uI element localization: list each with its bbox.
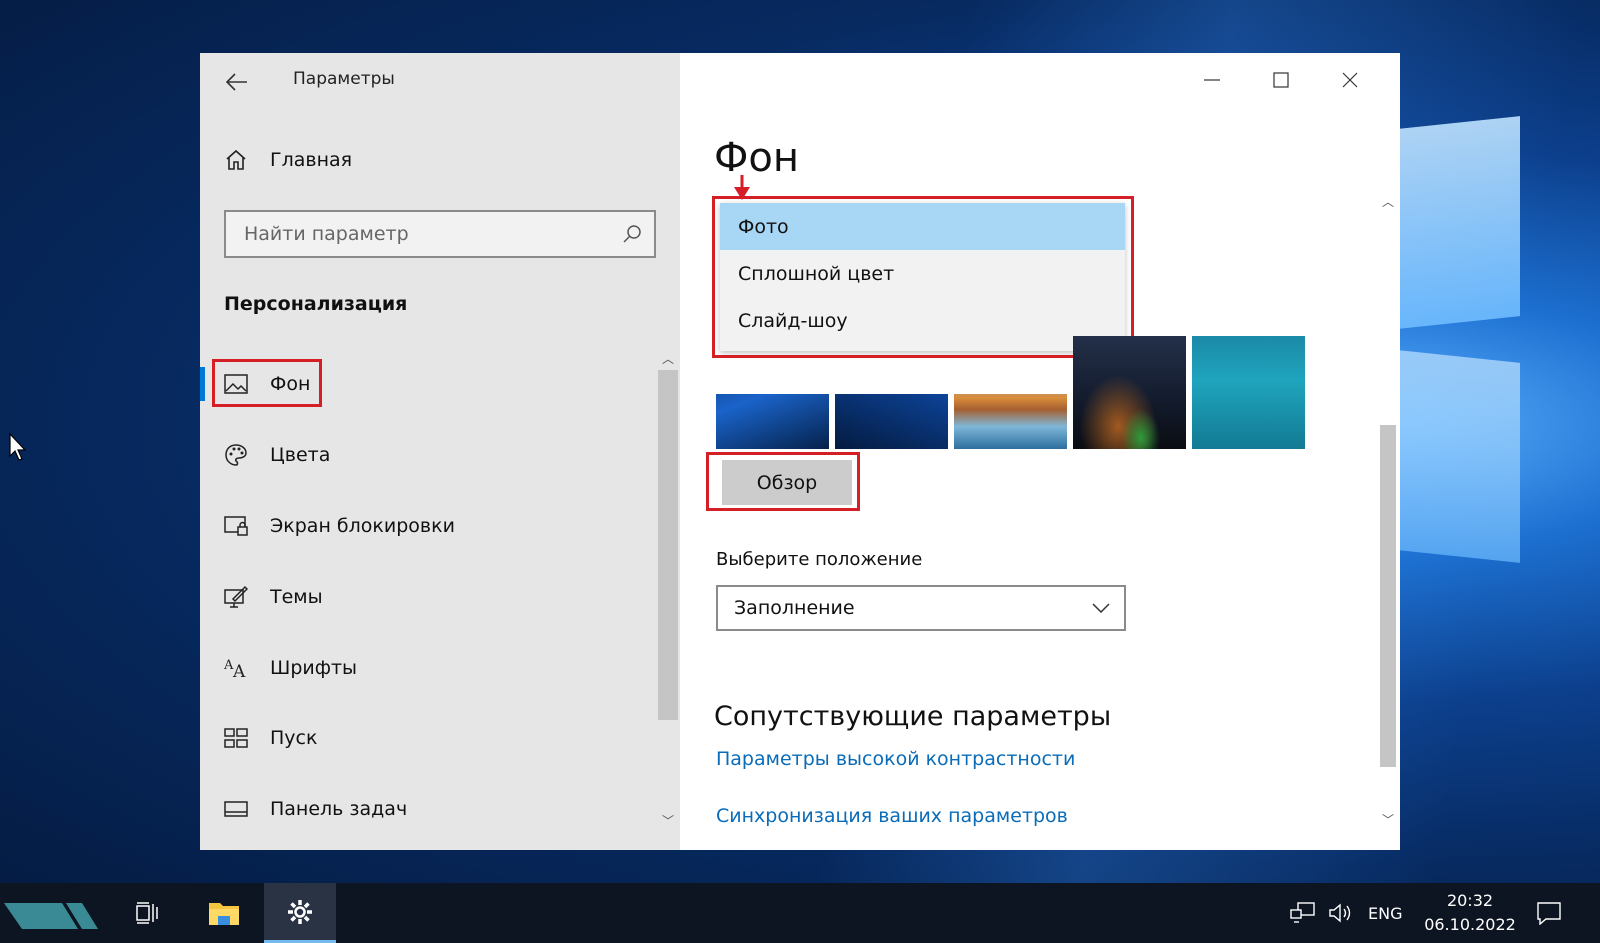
position-select[interactable]: Заполнение (716, 585, 1126, 631)
settings-sidebar: Параметры Главная Персонализация Фон Цве… (200, 53, 680, 850)
start-button[interactable] (4, 901, 104, 931)
sidebar-item-label: Шрифты (270, 657, 358, 679)
sidebar-item-themes[interactable]: Темы (200, 572, 660, 622)
clock[interactable]: 20:32 06.10.2022 (1410, 889, 1530, 937)
sidebar-item-label: Фон (270, 373, 311, 395)
file-explorer-button[interactable] (194, 883, 254, 943)
window-title: Параметры (293, 69, 395, 89)
input-language[interactable]: ENG (1368, 883, 1402, 943)
sidebar-item-label: Экран блокировки (270, 515, 455, 537)
page-title: Фон (714, 135, 800, 181)
section-title: Персонализация (224, 293, 408, 315)
clock-date: 06.10.2022 (1424, 915, 1516, 934)
themes-icon (224, 585, 248, 609)
task-view-icon (136, 902, 158, 924)
minimize-icon (1204, 79, 1220, 81)
volume-icon[interactable] (1328, 883, 1354, 943)
recent-image-thumbnail[interactable] (954, 394, 1067, 449)
sidebar-item-label: Панель задач (270, 798, 408, 820)
picture-icon (224, 372, 248, 396)
recent-images (716, 336, 1305, 449)
sidebar-item-background[interactable]: Фон (200, 359, 660, 409)
back-button[interactable] (222, 67, 252, 97)
content-scroll-thumb[interactable] (1380, 425, 1396, 767)
search-box[interactable] (224, 210, 656, 258)
home-label: Главная (270, 149, 353, 171)
scroll-up-icon[interactable]: ︿ (662, 350, 674, 367)
sidebar-item-label: Пуск (270, 727, 318, 749)
sidebar-item-fonts[interactable]: AA Шрифты (200, 643, 660, 693)
home-icon (226, 149, 246, 170)
svg-text:A: A (232, 662, 246, 679)
close-icon (1342, 72, 1358, 88)
maximize-icon (1273, 72, 1289, 88)
position-label: Выберите положение (716, 549, 923, 570)
recent-image-thumbnail[interactable] (1192, 336, 1305, 449)
clock-time: 20:32 (1446, 891, 1494, 910)
recent-image-thumbnail[interactable] (716, 394, 829, 449)
minimize-button[interactable] (1192, 65, 1232, 95)
close-button[interactable] (1330, 65, 1370, 95)
scroll-down-icon[interactable]: ﹀ (662, 812, 674, 829)
background-type-dropdown-list[interactable]: Фото Сплошной цвет Слайд-шоу (720, 203, 1125, 351)
action-center-icon[interactable] (1536, 883, 1562, 943)
recent-image-thumbnail[interactable] (835, 394, 948, 449)
folder-icon (209, 903, 239, 925)
high-contrast-link[interactable]: Параметры высокой контрастности (716, 748, 1075, 770)
start-icon (224, 726, 248, 750)
browse-button[interactable]: Обзор (722, 460, 852, 505)
dropdown-option-solid-color[interactable]: Сплошной цвет (720, 250, 1125, 297)
sidebar-item-taskbar[interactable]: Панель задач (200, 784, 660, 834)
task-view-button[interactable] (118, 883, 178, 943)
sidebar-item-lock-screen[interactable]: Экран блокировки (200, 501, 660, 551)
related-settings-title: Сопутствующие параметры (714, 701, 1112, 732)
scroll-up-icon[interactable]: ︿ (1382, 193, 1394, 210)
taskbar-icon (224, 797, 248, 821)
search-icon[interactable] (622, 224, 642, 244)
sidebar-item-label: Темы (270, 586, 323, 608)
sidebar-item-label: Цвета (270, 444, 331, 466)
search-input[interactable] (244, 223, 604, 245)
sidebar-item-colors[interactable]: Цвета (200, 430, 660, 480)
dropdown-option-photo[interactable]: Фото (720, 203, 1125, 250)
sync-settings-link[interactable]: Синхронизация ваших параметров (716, 805, 1068, 827)
taskbar: ENG 20:32 06.10.2022 (0, 883, 1600, 943)
chevron-down-icon (1092, 603, 1110, 613)
gear-icon (288, 899, 312, 924)
sidebar-home[interactable]: Главная (224, 148, 352, 172)
recent-image-thumbnail[interactable] (1073, 336, 1186, 449)
maximize-button[interactable] (1261, 65, 1301, 95)
back-arrow-icon (226, 73, 247, 91)
sidebar-scrollbar[interactable]: ︿ ﹀ (656, 350, 680, 850)
position-select-value: Заполнение (734, 597, 855, 619)
scroll-down-icon[interactable]: ﹀ (1382, 811, 1394, 828)
settings-window: Параметры Главная Персонализация Фон Цве… (200, 53, 1400, 850)
sidebar-scroll-thumb[interactable] (658, 370, 678, 720)
settings-app-button[interactable] (264, 883, 336, 943)
content-scrollbar[interactable]: ︿ ﹀ (1376, 193, 1400, 850)
sidebar-item-start[interactable]: Пуск (200, 713, 660, 763)
start-logo-icon (4, 903, 98, 929)
lock-screen-icon (224, 514, 248, 538)
red-arrow-icon (734, 175, 750, 200)
palette-icon (224, 443, 248, 467)
network-icon[interactable] (1290, 883, 1316, 943)
settings-content: Фон Фото Сплошной цвет Слайд-шоу Обзор В… (680, 53, 1400, 850)
fonts-icon: AA (224, 656, 248, 680)
